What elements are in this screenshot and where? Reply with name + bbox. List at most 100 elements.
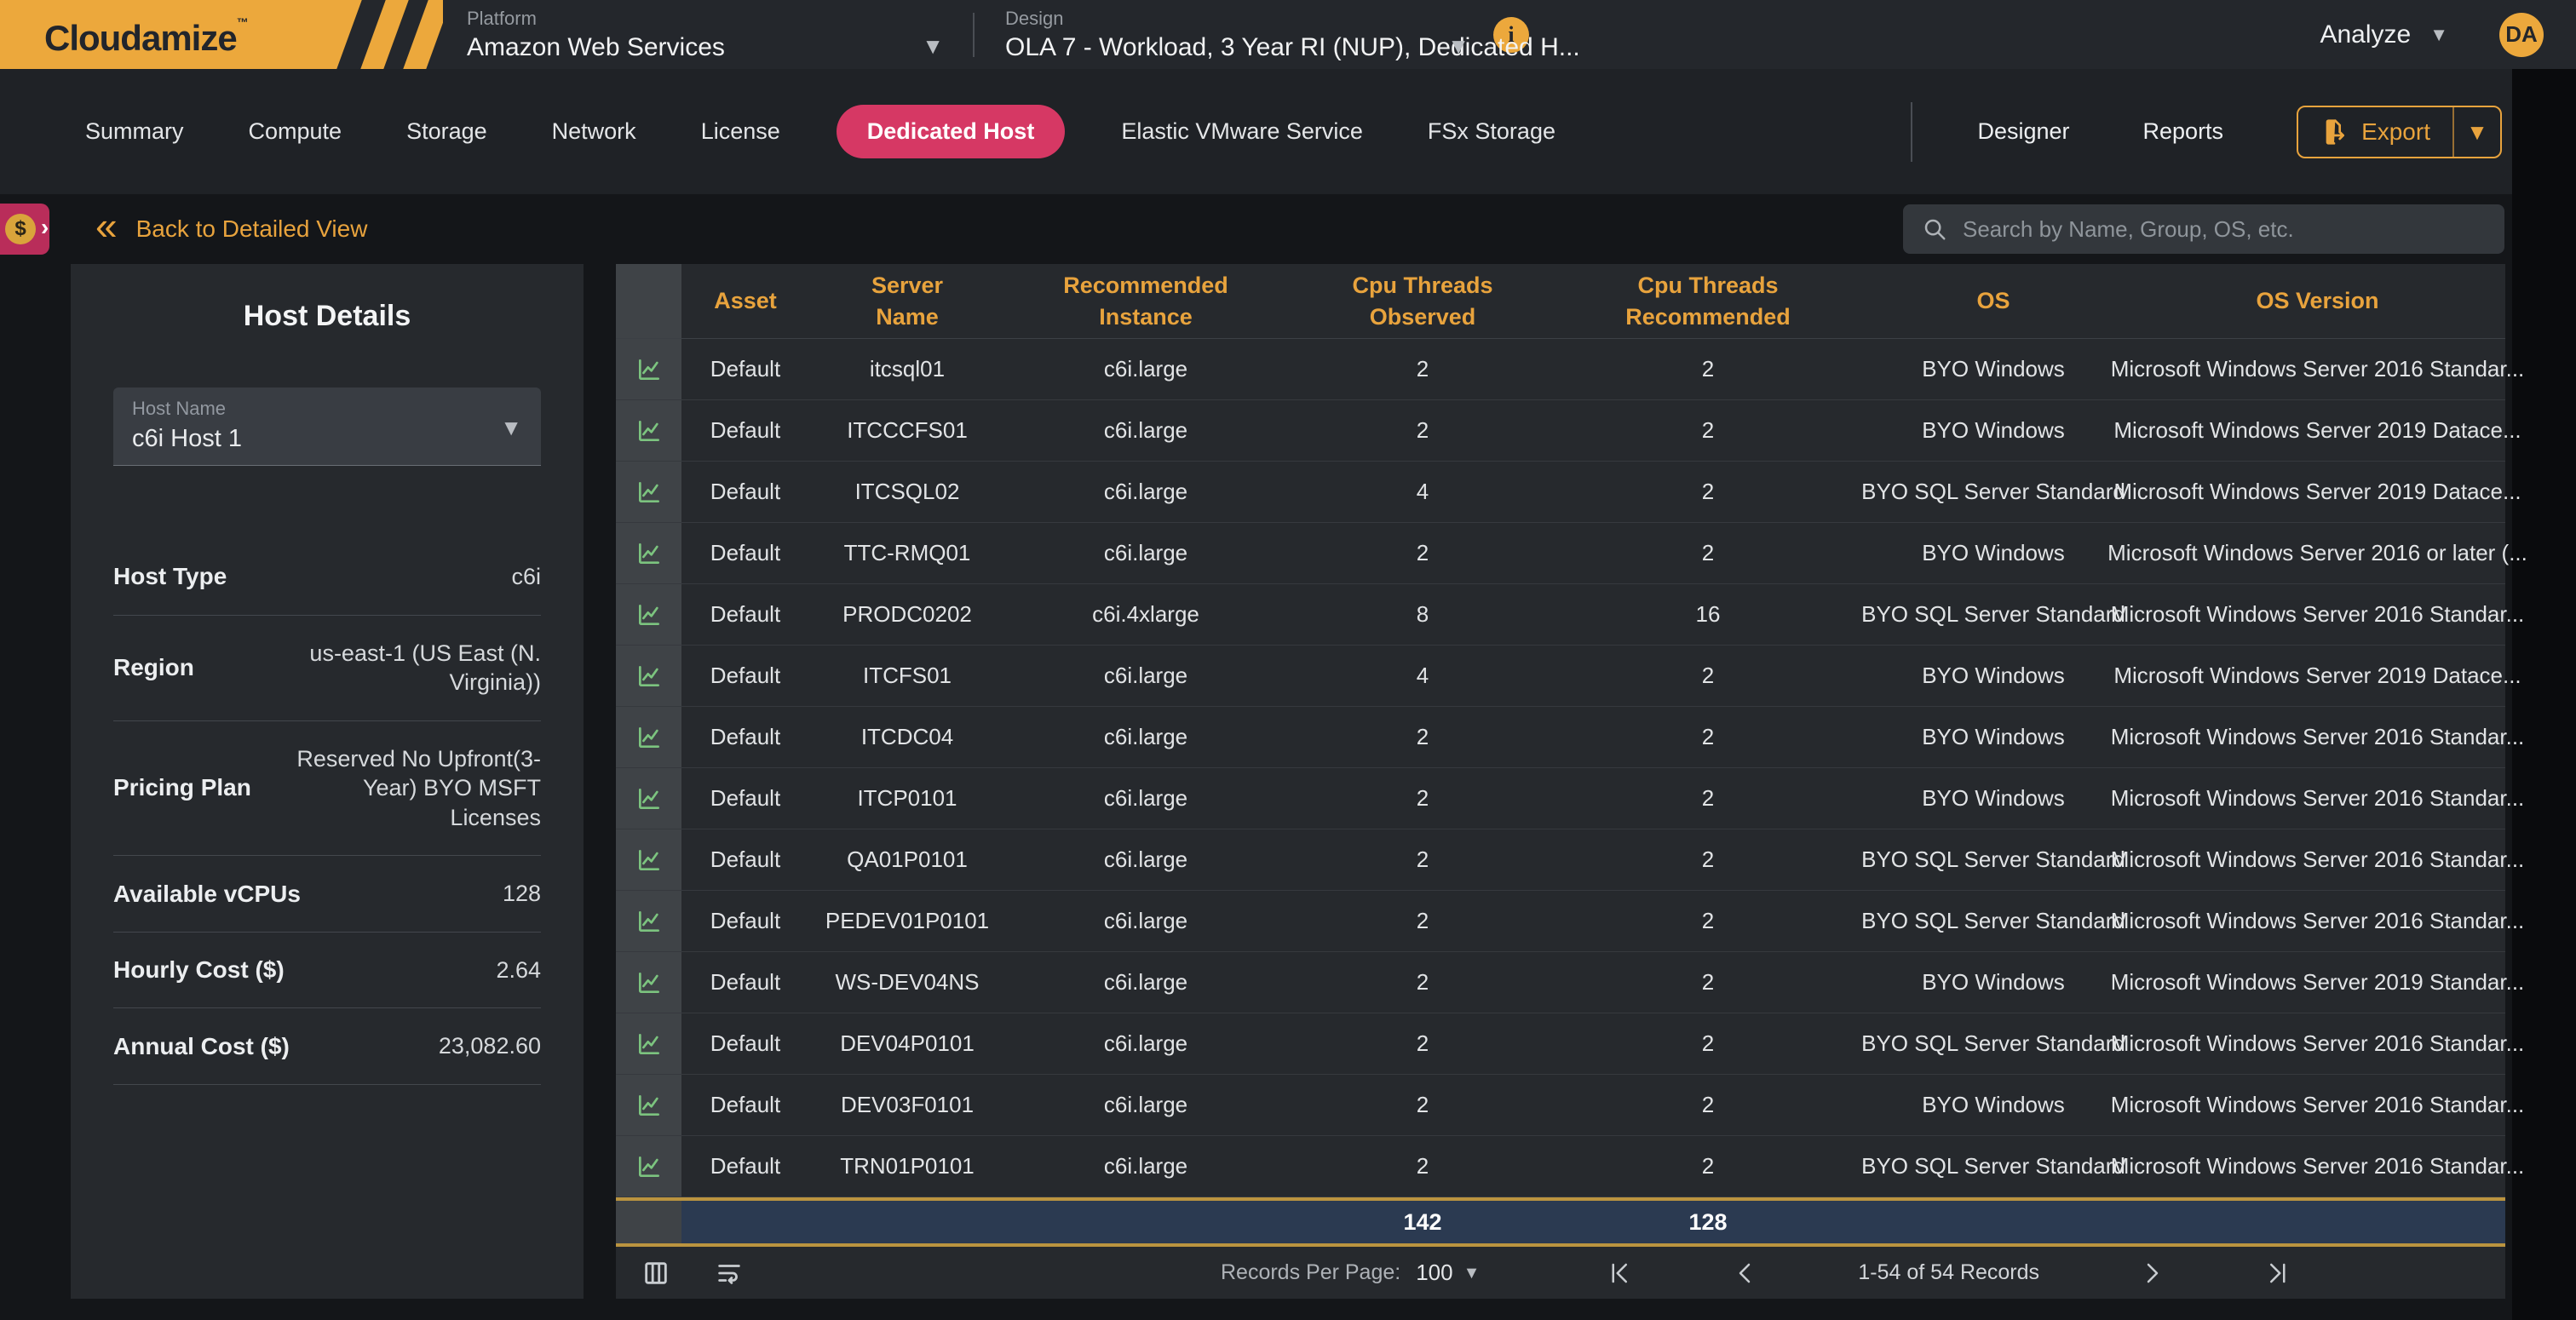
cell-asset: Default [681, 891, 809, 951]
icon-column-header [616, 264, 681, 338]
cell-cpu-rec: 2 [1559, 1013, 1857, 1074]
export-file-icon [2320, 118, 2348, 146]
records-per-page: Records Per Page: 100 ▼ [1221, 1260, 1480, 1286]
chart-line-icon[interactable] [616, 952, 681, 1013]
chart-line-icon[interactable] [616, 584, 681, 645]
table-row[interactable]: DefaultTRN01P0101c6i.large22BYO SQL Serv… [616, 1136, 2505, 1197]
nav-divider [1911, 102, 1912, 162]
tab-dedicated-host[interactable]: Dedicated Host [837, 105, 1066, 158]
chevron-down-icon[interactable]: ▼ [500, 416, 522, 439]
table-row[interactable]: DefaultITCP0101c6i.large22BYO WindowsMic… [616, 768, 2505, 829]
platform-value: Amazon Web Services [467, 33, 944, 62]
platform-select[interactable]: Platform Amazon Web Services ▼ [467, 8, 944, 62]
cell-asset: Default [681, 1075, 809, 1135]
cell-os-version: Microsoft Windows Server 2019 Datace... [2130, 400, 2505, 461]
cell-cpu-rec: 2 [1559, 829, 1857, 890]
table-row[interactable]: DefaultDEV04P0101c6i.large22BYO SQL Serv… [616, 1013, 2505, 1075]
chevron-down-icon[interactable]: ▼ [1447, 35, 1469, 57]
chart-line-icon[interactable] [616, 1136, 681, 1197]
cell-cpu-rec: 16 [1559, 584, 1857, 645]
tab-summary[interactable]: Summary [77, 105, 193, 158]
column-header-os[interactable]: OS [1857, 264, 2130, 338]
next-page-button[interactable] [2140, 1260, 2165, 1286]
chart-line-icon[interactable] [616, 339, 681, 399]
cell-cpu-obs: 2 [1286, 891, 1559, 951]
cell-cpu-rec: 2 [1559, 646, 1857, 706]
cost-side-badge[interactable]: $ › [0, 204, 49, 255]
last-page-button[interactable] [2266, 1260, 2291, 1286]
table-row[interactable]: DefaultQA01P0101c6i.large22BYO SQL Serve… [616, 829, 2505, 891]
cell-instance: c6i.large [1005, 646, 1286, 706]
first-page-button[interactable] [1606, 1260, 1631, 1286]
tab-storage[interactable]: Storage [398, 105, 496, 158]
cell-instance: c6i.large [1005, 952, 1286, 1013]
tab-fsx-storage[interactable]: FSx Storage [1419, 105, 1564, 158]
chart-line-icon[interactable] [616, 768, 681, 829]
wrap-text-icon[interactable] [715, 1259, 744, 1288]
table-row[interactable]: DefaultPRODC0202c6i.4xlarge816BYO SQL Se… [616, 584, 2505, 646]
totals-spacer [1005, 1201, 1286, 1243]
designer-link[interactable]: Designer [1977, 118, 2069, 145]
chart-line-icon[interactable] [616, 891, 681, 951]
chart-line-icon[interactable] [616, 523, 681, 583]
reports-link[interactable]: Reports [2143, 118, 2224, 145]
cell-os: BYO SQL Server Standard [1857, 462, 2130, 522]
chart-line-icon[interactable] [616, 829, 681, 890]
host-name-select[interactable]: Host Name c6i Host 1 ▼ [113, 387, 541, 466]
chevron-down-icon[interactable]: ▼ [922, 35, 944, 57]
column-header-cpu-threads-observed[interactable]: Cpu Threads Observed [1286, 264, 1559, 338]
cell-cpu-obs: 2 [1286, 400, 1559, 461]
chart-line-icon[interactable] [616, 1075, 681, 1135]
back-to-detailed-view-link[interactable]: « Back to Detailed View [95, 213, 367, 245]
column-header-asset[interactable]: Asset [681, 264, 809, 338]
chevron-down-icon: ▼ [2429, 26, 2448, 44]
tab-compute[interactable]: Compute [240, 105, 351, 158]
analyze-menu[interactable]: Analyze ▼ [2320, 20, 2448, 49]
table-row[interactable]: DefaultITCDC04c6i.large22BYO WindowsMicr… [616, 707, 2505, 768]
host-detail-rows: Host Type c6i Region us-east-1 (US East … [113, 539, 541, 1085]
table-row[interactable]: DefaultITCSQL02c6i.large42BYO SQL Server… [616, 462, 2505, 523]
column-header-os-version[interactable]: OS Version [2130, 264, 2505, 338]
table-row[interactable]: Defaultitcsql01c6i.large22BYO WindowsMic… [616, 339, 2505, 400]
detail-value: c6i [275, 562, 541, 592]
design-select[interactable]: Design OLA 7 - Workload, 3 Year RI (NUP)… [1005, 8, 1469, 62]
table-row[interactable]: DefaultITCCCFS01c6i.large22BYO WindowsMi… [616, 400, 2505, 462]
cell-cpu-obs: 8 [1286, 584, 1559, 645]
export-label: Export [2361, 118, 2430, 146]
chart-line-icon[interactable] [616, 400, 681, 461]
table-row[interactable]: DefaultPEDEV01P0101c6i.large22BYO SQL Se… [616, 891, 2505, 952]
double-chevron-left-icon: « [95, 206, 118, 245]
tab-network[interactable]: Network [543, 105, 645, 158]
previous-page-button[interactable] [1732, 1260, 1757, 1286]
cloudamize-logo[interactable]: Cloudamize™ [0, 0, 443, 69]
table-row[interactable]: DefaultWS-DEV04NSc6i.large22BYO WindowsM… [616, 952, 2505, 1013]
table-columns-icon[interactable] [641, 1259, 670, 1288]
detail-row-annual-cost: Annual Cost ($) 23,082.60 [113, 1008, 541, 1085]
dollar-icon: $ [5, 214, 36, 244]
tab-elastic-vmware-service[interactable]: Elastic VMware Service [1113, 105, 1371, 158]
chart-line-icon[interactable] [616, 707, 681, 767]
chart-line-icon[interactable] [616, 1013, 681, 1074]
toolbar-row: $ › « Back to Detailed View [0, 194, 2512, 264]
search-input[interactable] [1963, 216, 2486, 243]
export-button[interactable]: Export [2298, 107, 2452, 157]
cell-instance: c6i.large [1005, 707, 1286, 767]
column-header-cpu-threads-recommended[interactable]: Cpu Threads Recommended [1559, 264, 1857, 338]
table-row[interactable]: DefaultITCFS01c6i.large42BYO WindowsMicr… [616, 646, 2505, 707]
export-dropdown-button[interactable]: ▼ [2454, 107, 2500, 157]
chart-line-icon[interactable] [616, 462, 681, 522]
column-header-server-name[interactable]: Server Name [809, 264, 1005, 338]
chart-line-icon[interactable] [616, 646, 681, 706]
user-avatar[interactable]: DA [2499, 13, 2544, 57]
totals-cpu-observed: 142 [1286, 1201, 1559, 1243]
records-per-page-select[interactable]: 100 ▼ [1416, 1260, 1480, 1286]
cell-cpu-rec: 2 [1559, 1136, 1857, 1197]
cell-server: TTC-RMQ01 [809, 523, 1005, 583]
detail-label: Annual Cost ($) [113, 1033, 290, 1060]
search-icon [1922, 216, 1947, 242]
table-row[interactable]: DefaultDEV03F0101c6i.large22BYO WindowsM… [616, 1075, 2505, 1136]
table-row[interactable]: DefaultTTC-RMQ01c6i.large22BYO WindowsMi… [616, 523, 2505, 584]
tab-license[interactable]: License [693, 105, 789, 158]
cell-cpu-rec: 2 [1559, 523, 1857, 583]
column-header-recommended-instance[interactable]: Recommended Instance [1005, 264, 1286, 338]
